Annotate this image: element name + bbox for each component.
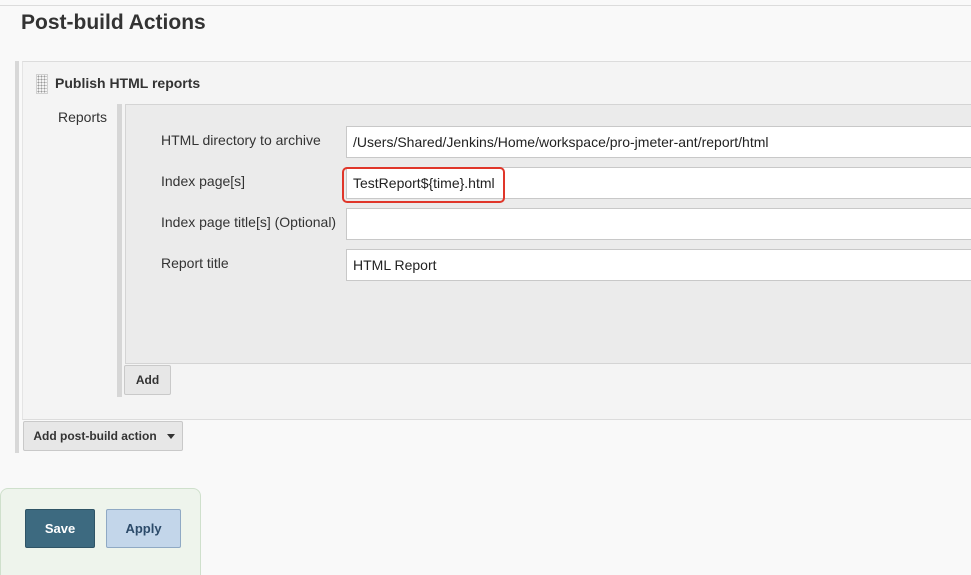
index-page-titles-label: Index page title[s] (Optional) bbox=[161, 214, 337, 230]
index-page-titles-input[interactable] bbox=[346, 208, 971, 240]
repeatable-bar bbox=[117, 104, 122, 397]
index-pages-input[interactable] bbox=[346, 167, 971, 199]
caret-down-icon bbox=[166, 433, 175, 439]
report-title-label: Report title bbox=[161, 255, 229, 271]
drag-handle-icon[interactable] bbox=[36, 74, 48, 94]
reports-label: Reports bbox=[58, 109, 108, 125]
section-side-bar bbox=[15, 61, 19, 453]
index-pages-label: Index page[s] bbox=[161, 173, 246, 189]
top-divider bbox=[0, 5, 971, 6]
html-directory-label: HTML directory to archive bbox=[161, 132, 321, 148]
add-report-button[interactable]: Add bbox=[124, 365, 171, 395]
save-button[interactable]: Save bbox=[25, 509, 95, 548]
add-post-build-action-button[interactable]: Add post-build action bbox=[23, 421, 183, 451]
report-title-input[interactable] bbox=[346, 249, 971, 281]
add-post-build-action-label: Add post-build action bbox=[33, 429, 157, 443]
page: Post-build Actions Publish HTML reports … bbox=[0, 0, 971, 575]
section-title: Post-build Actions bbox=[21, 11, 206, 34]
apply-button[interactable]: Apply bbox=[106, 509, 181, 548]
html-directory-input[interactable] bbox=[346, 126, 971, 158]
publisher-title: Publish HTML reports bbox=[55, 75, 201, 91]
